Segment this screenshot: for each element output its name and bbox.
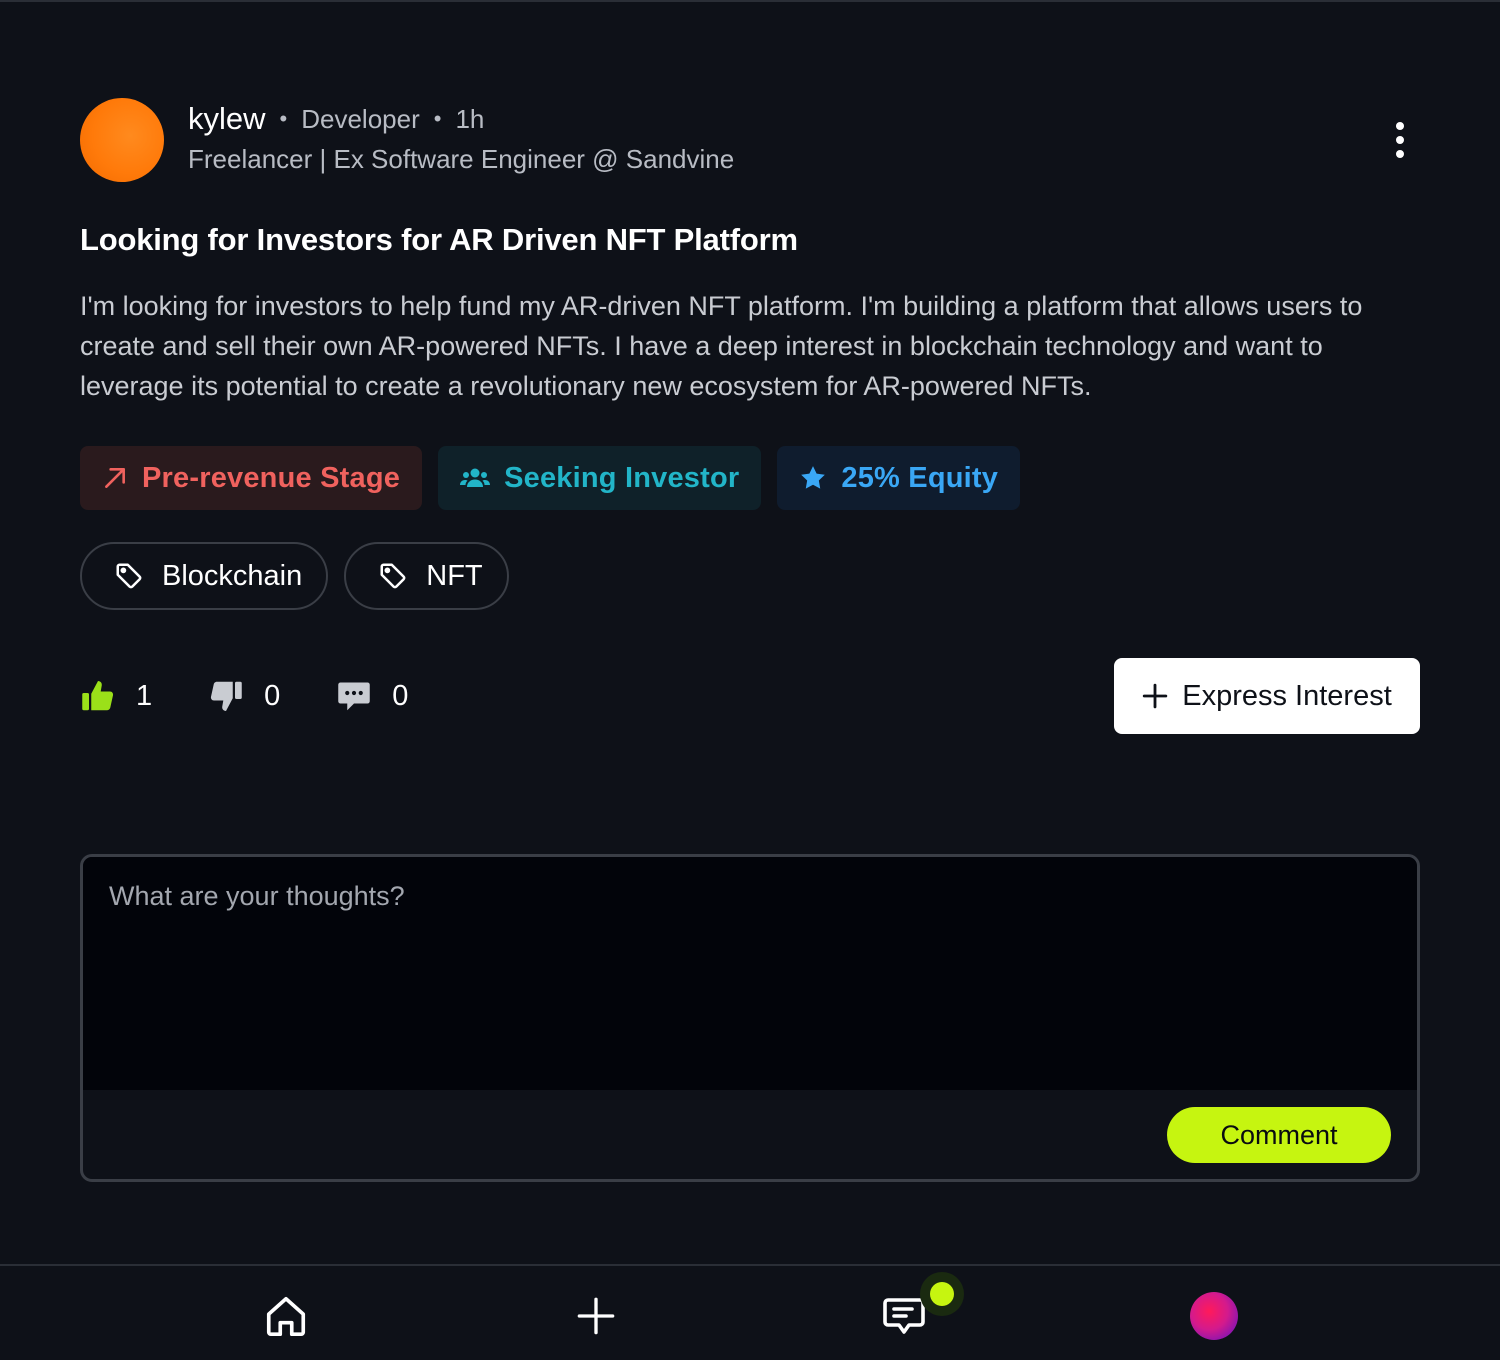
post-header: kylew • Developer • 1h Freelancer | Ex S…	[80, 96, 1420, 184]
author-meta: kylew • Developer • 1h Freelancer | Ex S…	[188, 100, 734, 175]
post-title: Looking for Investors for AR Driven NFT …	[80, 222, 798, 257]
dislike-button[interactable]: 0	[208, 678, 280, 714]
plus-icon	[577, 1297, 615, 1335]
thumbs-down-icon	[211, 681, 242, 711]
like-button[interactable]: 1	[80, 678, 152, 714]
stage-badge: Pre-revenue Stage	[80, 446, 423, 510]
tag-nft[interactable]: NFT	[344, 542, 509, 610]
comment-count: 0	[392, 679, 409, 712]
separator-dot: •	[433, 106, 442, 131]
seeking-badge: Seeking Investor	[438, 446, 762, 510]
users-icon	[460, 468, 491, 487]
arrow-up-right-icon	[105, 468, 125, 488]
star-icon	[801, 466, 826, 489]
comment-composer: What are your thoughts? Comment	[80, 854, 1420, 1182]
top-divider	[0, 0, 1500, 2]
like-count: 1	[136, 679, 153, 712]
author-subtitle: Freelancer | Ex Software Engineer @ Sand…	[188, 144, 735, 174]
thumbs-up-icon	[82, 681, 114, 711]
separator-dot: •	[279, 106, 288, 131]
author-username[interactable]: kylew	[188, 101, 266, 137]
post-card: kylew • Developer • 1h Freelancer | Ex S…	[80, 96, 1420, 734]
comment-input[interactable]: What are your thoughts?	[83, 857, 1417, 1090]
post-badges: Pre-revenue Stage Seeking Investor 25% E…	[80, 446, 1420, 510]
dislike-count: 0	[264, 679, 281, 712]
seeking-badge-label: Seeking Investor	[504, 461, 740, 494]
notification-dot	[920, 1272, 964, 1316]
home-icon	[266, 1296, 306, 1337]
stage-badge-label: Pre-revenue Stage	[142, 461, 401, 494]
post-time: 1h	[455, 103, 485, 134]
equity-badge-label: 25% Equity	[841, 461, 999, 494]
author-role: Developer	[301, 103, 420, 134]
bottom-nav	[0, 1264, 1500, 1360]
post-tags: Blockchain NFT	[80, 542, 1420, 610]
author-avatar[interactable]	[80, 98, 164, 182]
comment-icon	[338, 682, 371, 711]
post-body: I'm looking for investors to help fund m…	[80, 291, 1363, 401]
nav-create[interactable]	[572, 1292, 620, 1340]
tag-icon	[116, 563, 142, 589]
tag-label: Blockchain	[162, 559, 303, 592]
comments-button[interactable]: 0	[336, 678, 408, 714]
tag-icon	[380, 563, 406, 589]
equity-badge: 25% Equity	[777, 446, 1021, 510]
plus-icon	[1142, 683, 1168, 709]
tag-label: NFT	[426, 559, 483, 592]
tag-blockchain[interactable]: Blockchain	[80, 542, 329, 610]
more-options-icon[interactable]	[1390, 122, 1410, 158]
post-actions: 1 0 0 Express Interest	[80, 658, 1420, 734]
express-interest-button[interactable]: Express Interest	[1114, 658, 1420, 734]
express-interest-label: Express Interest	[1182, 679, 1392, 712]
comment-submit-button[interactable]: Comment	[1167, 1107, 1391, 1163]
nav-home[interactable]	[262, 1292, 310, 1340]
reactions-bar: 1 0 0	[80, 678, 464, 714]
profile-avatar	[1190, 1292, 1238, 1340]
nav-profile[interactable]	[1190, 1292, 1238, 1340]
